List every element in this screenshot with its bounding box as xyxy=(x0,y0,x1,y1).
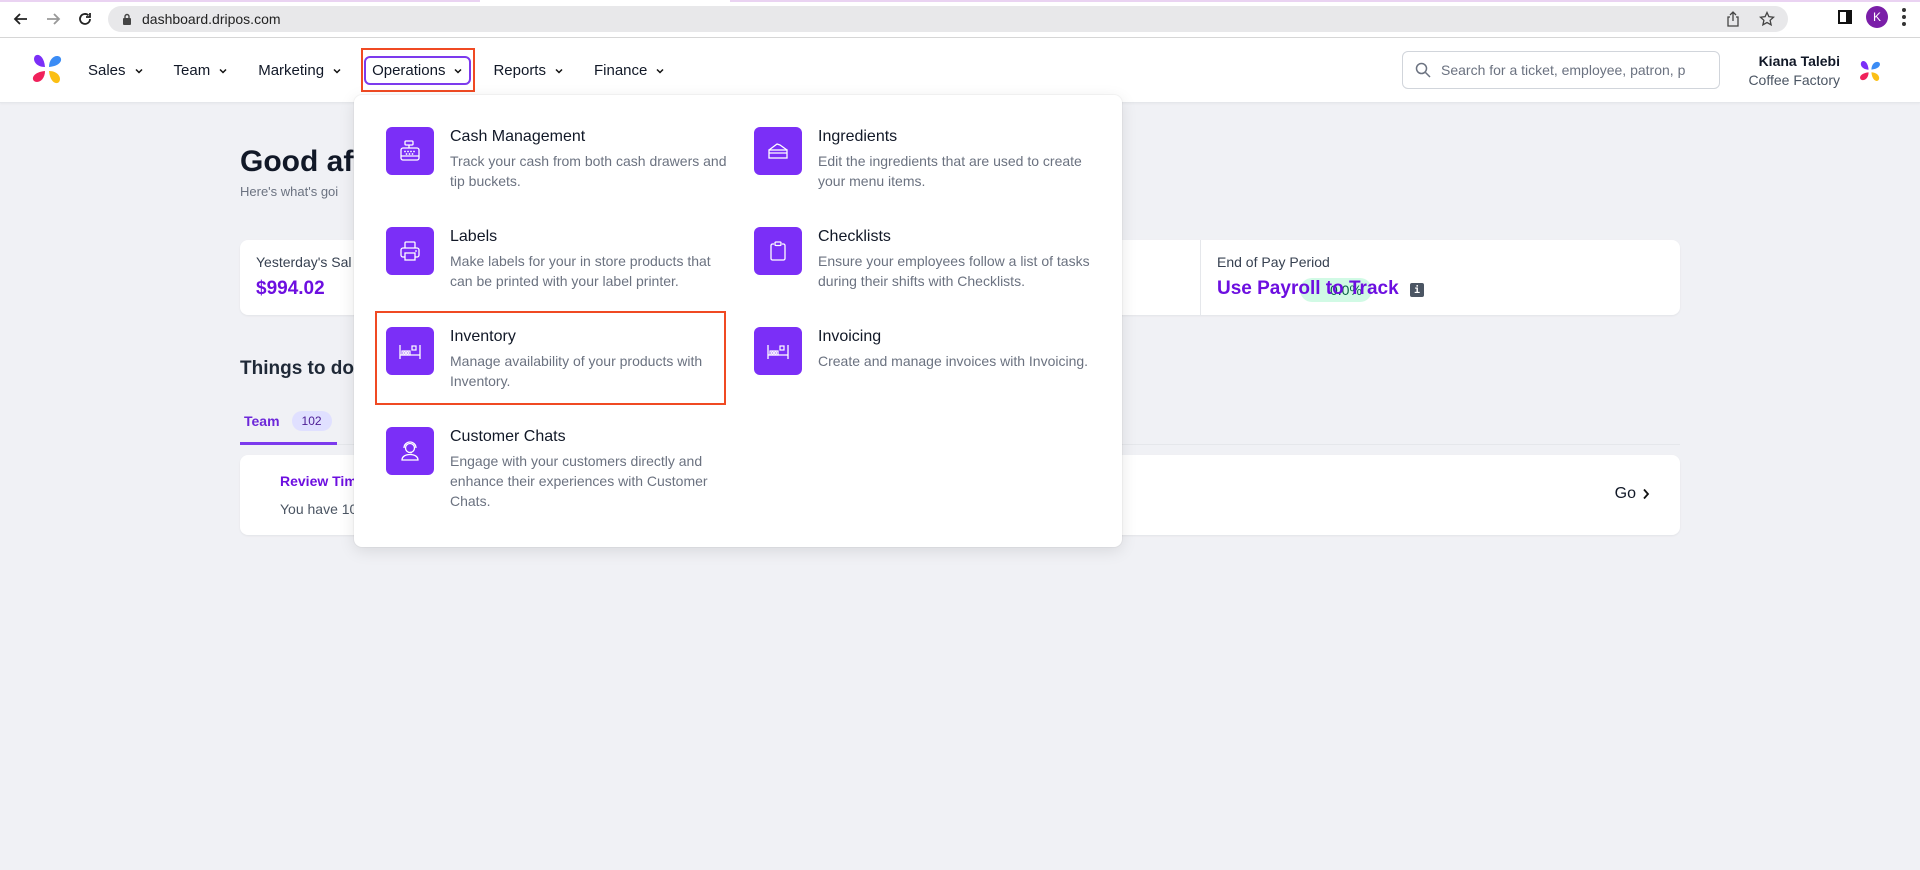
chevron-down-icon xyxy=(219,68,227,74)
share-icon[interactable] xyxy=(1724,10,1742,28)
go-button[interactable]: Go xyxy=(1615,485,1650,503)
user-info[interactable]: Kiana Talebi Coffee Factory xyxy=(1748,52,1840,90)
task-description: You have 10 xyxy=(280,501,358,517)
menu-item-checklists[interactable]: Checklists Ensure your employees follow … xyxy=(754,227,1099,291)
profile-avatar[interactable]: K xyxy=(1866,6,1888,28)
search-icon xyxy=(1415,62,1431,78)
cash-register-icon xyxy=(386,127,434,175)
tab-strip-edge xyxy=(730,0,1920,2)
todo-section-title: Things to do xyxy=(240,358,354,379)
greeting-title: Good aft xyxy=(240,145,364,178)
menu-item-labels[interactable]: Labels Make labels for your in store pro… xyxy=(386,227,731,291)
shelf-icon xyxy=(386,327,434,375)
headset-user-icon xyxy=(386,427,434,475)
chevron-down-icon xyxy=(333,68,341,74)
stat-label: Yesterday's Sal xyxy=(256,254,352,270)
tab-strip-edge xyxy=(0,0,480,2)
clipboard-icon xyxy=(754,227,802,275)
user-org: Coffee Factory xyxy=(1748,72,1840,88)
menu-item-title: Inventory xyxy=(450,328,516,345)
reload-icon[interactable] xyxy=(74,8,96,30)
menu-item-desc: Track your cash from both cash drawers a… xyxy=(450,153,727,189)
greeting-subtitle: Here's what's goi xyxy=(240,184,339,199)
main-nav: Sales Team Marketing Operations Reports … xyxy=(80,38,687,103)
menu-item-title: Labels xyxy=(450,228,498,245)
location-logo[interactable] xyxy=(1858,59,1882,83)
menu-item-ingredients[interactable]: Ingredients Edit the ingredients that ar… xyxy=(754,127,1099,191)
menu-item-title: Ingredients xyxy=(818,128,898,145)
tab-count-badge: 102 xyxy=(291,411,332,431)
chevron-down-icon xyxy=(656,68,664,74)
nav-team[interactable]: Team xyxy=(166,56,237,85)
lock-icon xyxy=(123,13,131,25)
menu-item-invoicing[interactable]: Invoicing Create and manage invoices wit… xyxy=(754,327,1099,375)
nav-sales[interactable]: Sales xyxy=(80,56,152,85)
nav-operations[interactable]: Operations xyxy=(364,56,472,85)
user-name: Kiana Talebi xyxy=(1758,53,1840,69)
nav-label: Finance xyxy=(593,62,648,79)
star-icon[interactable] xyxy=(1758,10,1776,28)
nav-finance[interactable]: Finance xyxy=(586,56,673,85)
menu-item-title: Checklists xyxy=(818,228,891,245)
nav-label: Team xyxy=(173,62,211,79)
menu-item-title: Invoicing xyxy=(818,328,882,345)
menu-item-desc: Manage availability of your products wit… xyxy=(450,353,703,389)
url-text[interactable]: dashboard.dripos.com xyxy=(142,11,281,27)
stat-value: $994.02 xyxy=(256,278,325,299)
menu-item-title: Cash Management xyxy=(450,128,586,145)
global-search[interactable] xyxy=(1402,51,1720,89)
tab-team[interactable]: Team 102 xyxy=(240,400,337,445)
nav-label: Operations xyxy=(372,62,446,79)
menu-item-desc: Edit the ingredients that are used to cr… xyxy=(818,153,1082,189)
menu-item-inventory[interactable]: Inventory Manage availability of your pr… xyxy=(386,327,731,391)
more-menu-icon[interactable] xyxy=(1902,8,1906,26)
nav-label: Reports xyxy=(493,62,546,79)
shelf-icon xyxy=(754,327,802,375)
task-title[interactable]: Review Tim xyxy=(280,473,357,489)
menu-item-customer-chats[interactable]: Customer Chats Engage with your customer… xyxy=(386,427,731,511)
stat-pay-period: End of Pay Period Use Payroll to Track xyxy=(1201,240,1415,315)
stat-yesterday-sales: Yesterday's Sal $994.02 xyxy=(240,240,368,315)
menu-item-title: Customer Chats xyxy=(450,428,566,445)
go-label: Go xyxy=(1614,485,1636,502)
browser-chrome: dashboard.dripos.com K xyxy=(0,0,1920,38)
nav-label: Sales xyxy=(88,62,126,79)
forward-icon[interactable] xyxy=(42,8,64,30)
printer-icon xyxy=(386,227,434,275)
chevron-right-icon xyxy=(1643,488,1650,500)
cake-slice-icon xyxy=(754,127,802,175)
operations-dropdown: Cash Management Track your cash from bot… xyxy=(354,95,1122,547)
back-icon[interactable] xyxy=(10,8,32,30)
app-header: Sales Team Marketing Operations Reports … xyxy=(0,38,1920,103)
nav-label: Marketing xyxy=(258,62,325,79)
chevron-down-icon xyxy=(454,68,462,74)
chevron-down-icon xyxy=(135,68,143,74)
nav-reports[interactable]: Reports xyxy=(485,56,572,85)
stat-label: End of Pay Period xyxy=(1217,254,1330,270)
chevron-down-icon xyxy=(555,68,563,74)
menu-item-desc: Engage with your customers directly and … xyxy=(450,453,708,509)
search-input[interactable] xyxy=(1441,62,1701,78)
menu-item-desc: Ensure your employees follow a list of t… xyxy=(818,253,1090,289)
menu-item-desc: Create and manage invoices with Invoicin… xyxy=(818,353,1089,369)
address-bar[interactable]: dashboard.dripos.com xyxy=(108,6,1788,32)
menu-item-desc: Make labels for your in store products t… xyxy=(450,253,711,289)
menu-item-cash-management[interactable]: Cash Management Track your cash from bot… xyxy=(386,127,731,191)
tab-label: Team xyxy=(244,413,280,429)
stat-value-link[interactable]: Use Payroll to Track xyxy=(1217,278,1399,300)
nav-marketing[interactable]: Marketing xyxy=(250,56,350,85)
dripos-logo[interactable] xyxy=(30,52,64,86)
side-panel-icon[interactable] xyxy=(1838,10,1852,24)
